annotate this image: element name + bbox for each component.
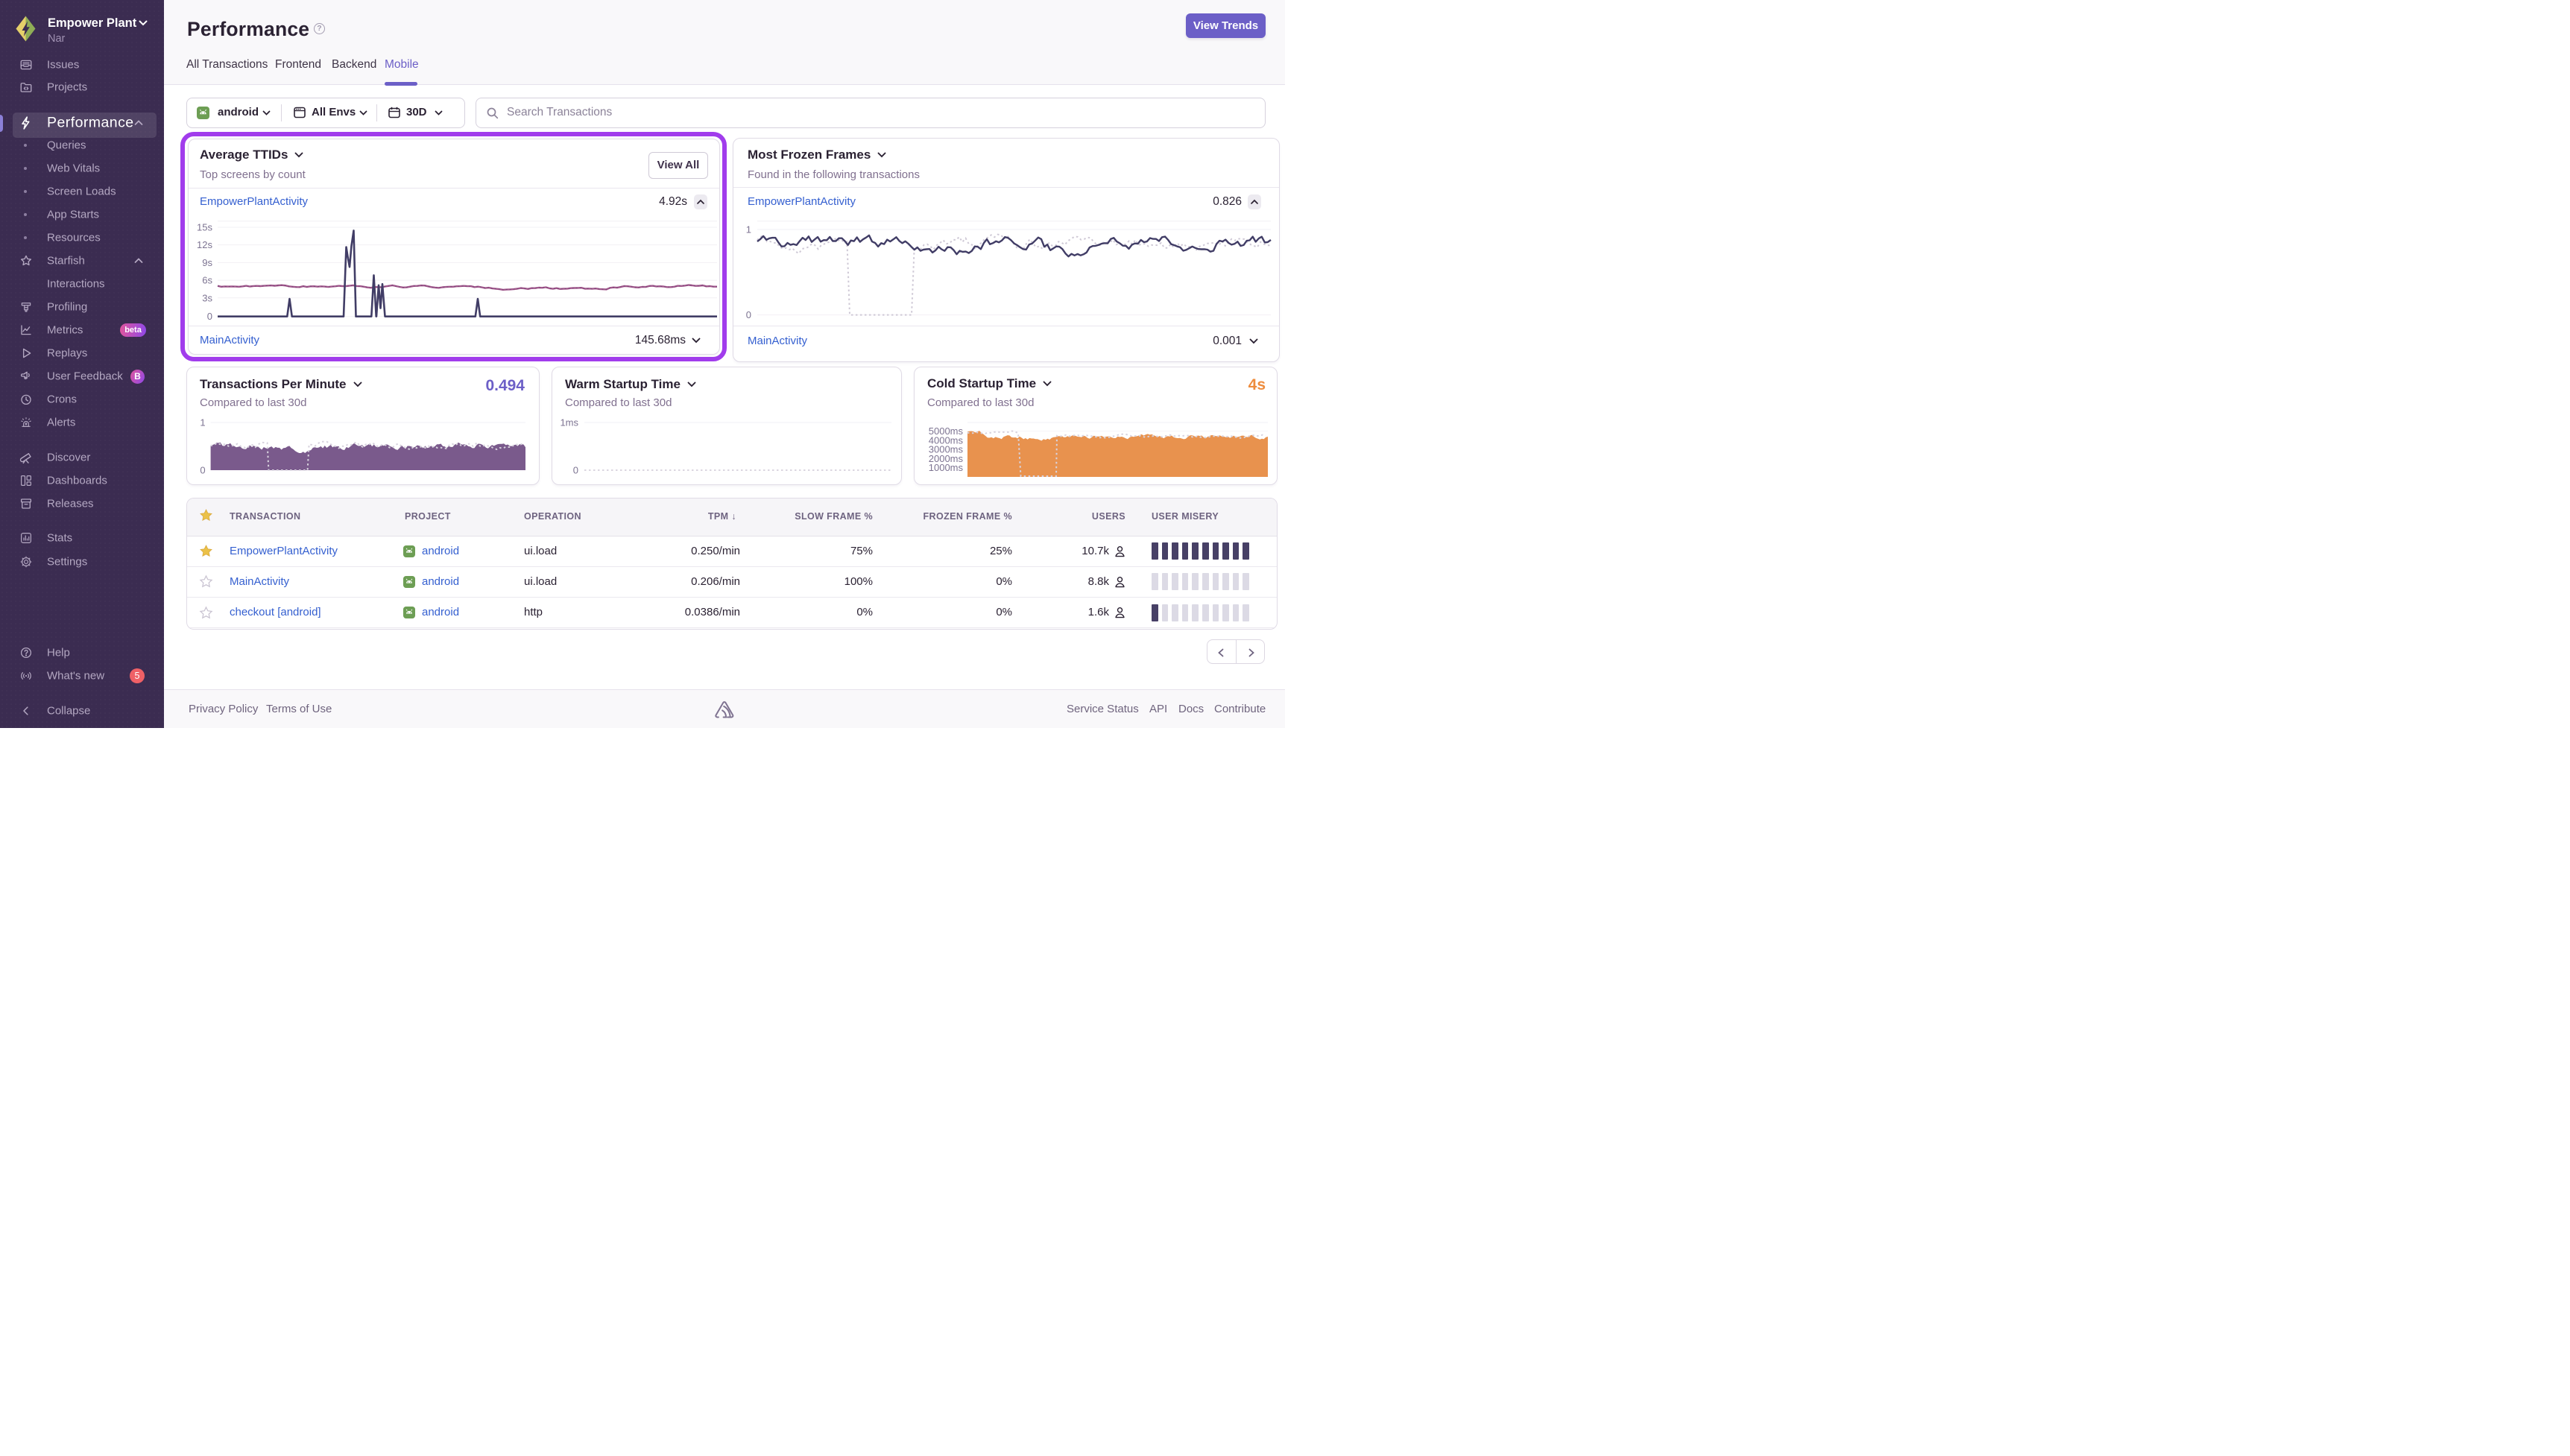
svg-text:6s: 6s bbox=[202, 275, 212, 286]
svg-text:9s: 9s bbox=[202, 257, 212, 268]
svg-text:1000ms: 1000ms bbox=[929, 462, 964, 473]
svg-text:1: 1 bbox=[746, 224, 751, 235]
svg-text:0: 0 bbox=[746, 309, 751, 320]
svg-text:0: 0 bbox=[573, 465, 578, 476]
svg-text:0: 0 bbox=[207, 311, 212, 322]
svg-text:3s: 3s bbox=[202, 292, 212, 303]
svg-text:15s: 15s bbox=[197, 222, 212, 233]
svg-text:1: 1 bbox=[200, 417, 205, 428]
svg-text:0: 0 bbox=[200, 465, 205, 476]
svg-text:1ms: 1ms bbox=[560, 417, 578, 428]
svg-text:12s: 12s bbox=[197, 239, 212, 250]
